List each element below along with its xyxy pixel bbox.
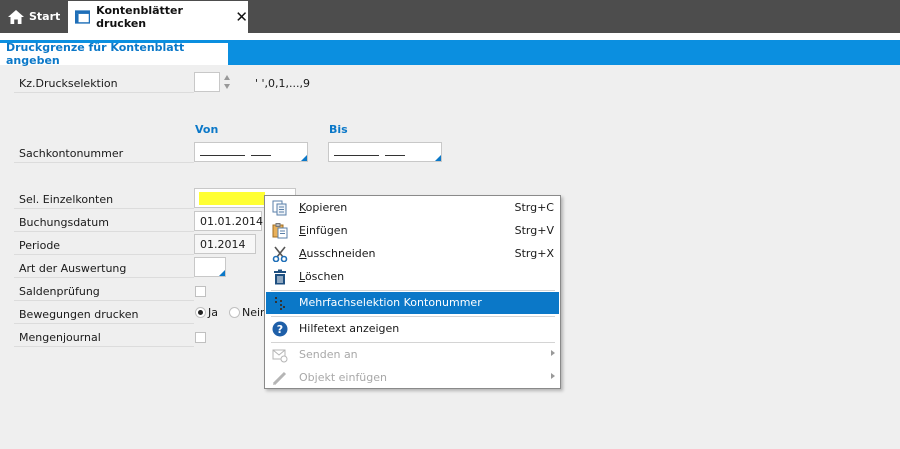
menu-item-senden-an[interactable]: Senden an — [266, 344, 559, 366]
paste-icon — [272, 223, 288, 239]
bewegungen-ja-label: Ja — [208, 306, 218, 319]
menu-item-label: Einfügen — [299, 224, 348, 237]
buchungsdatum-value: 01.01.2014 — [200, 215, 263, 228]
menu-item-label: Senden an — [299, 348, 358, 361]
menu-item-einfuegen[interactable]: Einfügen Strg+V — [266, 220, 559, 242]
einzelkonten-highlight — [199, 192, 265, 205]
periode-input[interactable]: 01.2014 — [194, 234, 256, 254]
menu-item-hilfetext[interactable]: ? Hilfetext anzeigen — [266, 318, 559, 340]
druckselektion-spinner[interactable] — [223, 73, 232, 91]
section-header-bar: Druckgrenze für Kontenblatt angeben — [0, 40, 900, 67]
row-divider — [14, 300, 194, 301]
druckselektion-label: Kz.Druckselektion — [19, 77, 118, 90]
dropdown-corner-icon[interactable] — [301, 155, 307, 161]
auswertung-label: Art der Auswertung — [19, 262, 127, 275]
menu-item-shortcut: Strg+C — [514, 201, 554, 214]
mask-underline — [385, 155, 405, 156]
submenu-arrow-icon — [551, 350, 555, 356]
mask-underline — [200, 155, 245, 156]
home-icon — [8, 9, 24, 24]
menu-item-kopieren[interactable]: Kopieren Strg+C — [266, 197, 559, 219]
menu-item-label: Mehrfachselektion Kontonummer — [299, 296, 482, 309]
bewegungen-ja-radio[interactable] — [195, 307, 206, 318]
svg-text:?: ? — [277, 323, 283, 336]
menu-item-ausschneiden[interactable]: Ausschneiden Strg+X — [266, 243, 559, 265]
pen-icon — [272, 371, 287, 386]
bewegungen-label: Bewegungen drucken — [19, 308, 139, 321]
close-tab-icon[interactable]: ✕ — [235, 9, 248, 25]
row-divider — [14, 323, 194, 324]
row-divider — [14, 254, 194, 255]
buchungsdatum-label: Buchungsdatum — [19, 216, 109, 229]
buchungsdatum-input[interactable]: 01.01.2014 — [194, 211, 263, 231]
menu-item-label: Objekt einfügen — [299, 371, 388, 384]
menu-separator — [271, 316, 555, 317]
start-tab[interactable]: Start — [0, 0, 64, 33]
periode-label: Periode — [19, 239, 61, 252]
spin-down-icon[interactable] — [224, 84, 230, 89]
tab-content-gap — [0, 33, 900, 40]
tab-bar: Start Kontenblätter drucken ✕ — [0, 0, 900, 33]
submenu-arrow-icon — [551, 373, 555, 379]
mask-underline — [251, 155, 271, 156]
saldenpruefung-checkbox[interactable] — [195, 286, 206, 297]
mask-underline — [334, 155, 379, 156]
sachkontonummer-bis-input[interactable] — [328, 142, 442, 162]
scissors-icon — [272, 246, 288, 262]
trash-icon — [274, 269, 286, 285]
druckselektion-hint: ' ',0,1,...,9 — [255, 77, 311, 90]
sachkontonummer-von-input[interactable] — [194, 142, 308, 162]
bewegungen-nein-radio[interactable] — [229, 307, 240, 318]
row-divider — [14, 231, 194, 232]
section-tab[interactable]: Druckgrenze für Kontenblatt angeben — [0, 40, 228, 67]
menu-item-label: Hilfetext anzeigen — [299, 322, 400, 335]
menu-item-label: Ausschneiden — [299, 247, 376, 260]
menu-separator — [271, 290, 555, 291]
menu-separator — [271, 342, 555, 343]
menu-item-label: Kopieren — [299, 201, 348, 214]
start-tab-label: Start — [29, 10, 61, 23]
tab-kontenblaetter[interactable]: Kontenblätter drucken ✕ — [68, 1, 248, 33]
row-divider — [14, 277, 194, 278]
menu-item-loeschen[interactable]: Löschen — [266, 266, 559, 288]
menu-item-mehrfachselektion[interactable]: Mehrfachselektion Kontonummer — [266, 292, 559, 314]
sachkontonummer-label: Sachkontonummer — [19, 147, 124, 160]
row-divider — [14, 346, 194, 347]
menu-item-label: Löschen — [299, 270, 345, 283]
send-icon — [272, 349, 288, 363]
section-title: Druckgrenze für Kontenblatt angeben — [6, 41, 185, 67]
einzelkonten-label: Sel. Einzelkonten — [19, 193, 114, 206]
mengenjournal-label: Mengenjournal — [19, 331, 101, 344]
row-divider — [14, 208, 194, 209]
druckselektion-input[interactable] — [194, 72, 220, 92]
auswertung-select[interactable] — [194, 257, 226, 277]
menu-item-objekt-einfuegen[interactable]: Objekt einfügen — [266, 367, 559, 389]
menu-item-shortcut: Strg+X — [514, 247, 554, 260]
dropdown-corner-icon[interactable] — [219, 270, 225, 276]
row-divider — [14, 162, 194, 163]
row-divider — [14, 92, 194, 93]
menu-item-shortcut: Strg+V — [514, 224, 554, 237]
spin-up-icon[interactable] — [224, 75, 230, 80]
window-icon — [75, 10, 91, 24]
periode-value: 01.2014 — [200, 238, 246, 251]
context-menu: Kopieren Strg+C Einfügen Strg+V Ausschne… — [264, 195, 561, 389]
copy-icon — [272, 200, 287, 216]
von-header: Von — [195, 123, 219, 136]
bis-header: Bis — [329, 123, 348, 136]
mengenjournal-checkbox[interactable] — [195, 332, 206, 343]
help-icon: ? — [272, 321, 288, 337]
dropdown-corner-icon[interactable] — [435, 155, 441, 161]
tab-label: Kontenblätter drucken — [96, 4, 183, 30]
saldenpruefung-label: Saldenprüfung — [19, 285, 100, 298]
multiselect-icon — [275, 297, 285, 310]
